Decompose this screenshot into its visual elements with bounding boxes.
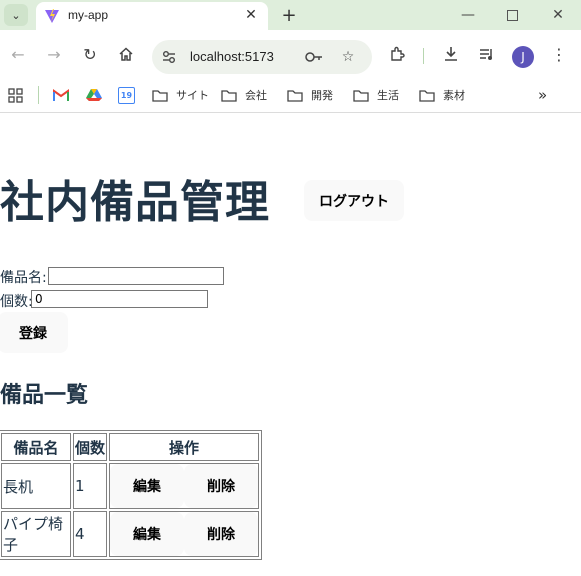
forward-icon[interactable]: →	[40, 40, 68, 68]
folder-icon	[287, 89, 303, 102]
delete-button[interactable]: 削除	[184, 464, 258, 508]
tab-strip: ⌄ my-app ✕ + — ✕	[0, 0, 581, 30]
home-icon[interactable]	[112, 40, 140, 68]
more-menu-icon[interactable]: ⋮	[545, 40, 573, 68]
bookmark-folder-dev[interactable]: 開発	[287, 85, 333, 105]
bookmark-folder-materials[interactable]: 素材	[419, 85, 465, 105]
logout-button[interactable]: ログアウト	[304, 180, 404, 221]
extensions-icon[interactable]	[383, 40, 411, 68]
item-list-title: 備品一覧	[0, 383, 89, 408]
items-table: 備品名 個数 操作 長机 1 編集 削除 パイプ椅子 4 編集 削除	[0, 430, 262, 560]
back-icon[interactable]: ←	[4, 40, 32, 68]
bookmark-label: 会社	[245, 89, 267, 102]
minimize-icon[interactable]: —	[453, 4, 483, 26]
column-header-name: 備品名	[1, 433, 71, 461]
bookmark-label: 素材	[443, 89, 465, 102]
profile-initial: J	[521, 50, 525, 64]
table-row: 長机 1 編集 削除	[1, 463, 259, 509]
bookmark-label: サイト	[176, 89, 209, 102]
folder-icon	[419, 89, 435, 102]
cell-actions: 編集 削除	[109, 463, 259, 509]
edit-button[interactable]: 編集	[110, 464, 184, 508]
table-header-row: 備品名 個数 操作	[1, 433, 259, 461]
more-bookmarks-chevron-icon[interactable]: »	[538, 85, 547, 105]
column-header-actions: 操作	[109, 433, 259, 461]
tab-search-chevron-icon[interactable]: ⌄	[4, 4, 28, 26]
new-tab-icon[interactable]: +	[278, 4, 300, 26]
profile-avatar[interactable]: J	[512, 46, 534, 68]
edit-button[interactable]: 編集	[110, 512, 184, 556]
item-count-input[interactable]	[31, 290, 208, 308]
page-title: 社内備品管理	[0, 177, 270, 228]
close-window-icon[interactable]: ✕	[543, 4, 573, 26]
media-control-icon[interactable]	[473, 40, 501, 68]
cell-item-count: 4	[73, 511, 107, 557]
delete-button[interactable]: 削除	[184, 512, 258, 556]
column-header-count: 個数	[73, 433, 107, 461]
calendar-day: 19	[118, 86, 135, 104]
app-page: 社内備品管理 ログアウト 備品名: 個数: 登録 備品一覧 備品名 個数 操作 …	[0, 113, 581, 576]
bookmark-folder-life[interactable]: 生活	[353, 85, 399, 105]
download-icon[interactable]	[437, 40, 465, 68]
apps-grid-icon[interactable]	[8, 85, 23, 105]
toolbar-divider	[423, 48, 424, 64]
browser-tab[interactable]: my-app ✕	[36, 2, 268, 30]
maximize-icon[interactable]	[497, 4, 527, 26]
cell-item-name: パイプ椅子	[1, 511, 71, 557]
bookmarks-divider	[38, 86, 39, 104]
reload-icon[interactable]: ↻	[76, 40, 104, 68]
cell-item-count: 1	[73, 463, 107, 509]
gmail-icon[interactable]	[53, 85, 69, 105]
item-count-label: 個数:	[0, 294, 33, 310]
cell-actions: 編集 削除	[109, 511, 259, 557]
bookmark-star-icon[interactable]: ☆	[338, 47, 358, 67]
vite-logo-icon	[45, 9, 59, 23]
google-drive-icon[interactable]	[86, 85, 102, 105]
address-bar[interactable]: localhost:5173 ☆	[152, 40, 372, 74]
folder-icon	[152, 89, 168, 102]
bookmarks-bar: 19 サイト 会社 開発 生活 素材 »	[0, 78, 581, 113]
google-calendar-icon[interactable]: 19	[118, 85, 135, 105]
table-row: パイプ椅子 4 編集 削除	[1, 511, 259, 557]
folder-icon	[221, 89, 237, 102]
cell-item-name: 長机	[1, 463, 71, 509]
bookmark-folder-site[interactable]: サイト	[152, 85, 209, 105]
site-info-icon[interactable]	[160, 48, 178, 66]
bookmark-label: 開発	[311, 89, 333, 102]
bookmark-folder-company[interactable]: 会社	[221, 85, 267, 105]
browser-toolbar: ← → ↻ localhost:5173 ☆ J ⋮	[0, 30, 581, 78]
close-tab-icon[interactable]: ✕	[242, 6, 260, 24]
password-key-icon[interactable]	[304, 47, 324, 67]
url-text: localhost:5173	[190, 49, 274, 64]
bookmark-label: 生活	[377, 89, 399, 102]
item-name-label: 備品名:	[0, 270, 47, 286]
tab-title: my-app	[68, 8, 109, 22]
register-button[interactable]: 登録	[0, 312, 68, 353]
folder-icon	[353, 89, 369, 102]
item-name-input[interactable]	[48, 267, 224, 285]
